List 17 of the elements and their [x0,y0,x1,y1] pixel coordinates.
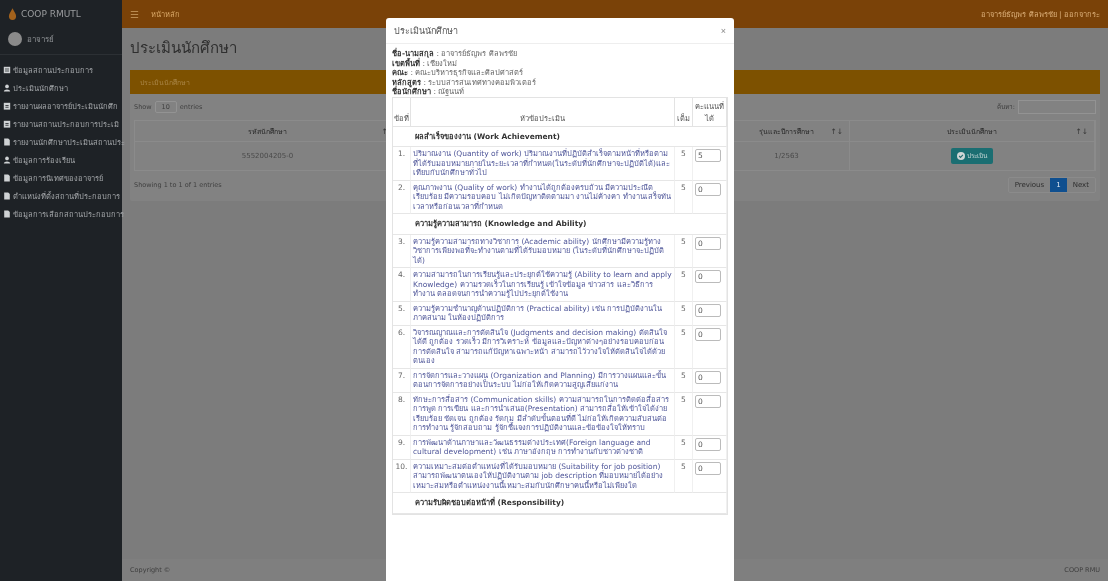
document-icon [3,102,11,110]
file-icon [3,138,11,146]
close-button[interactable]: × [720,25,726,36]
building-icon [3,66,11,74]
brand-name: COOP RMUTL [21,9,81,19]
page-title: ประเมินนักศึกษา [130,38,237,59]
check-circle-icon [957,152,965,160]
user-icon [3,156,11,164]
flame-icon [8,7,17,21]
user-name: อาจารย์ [27,33,54,46]
modal-title: ประเมินนักศึกษา [394,24,458,38]
user-icon [3,84,11,92]
avatar [8,32,22,46]
document-icon [3,120,11,128]
file-icon [3,192,11,200]
file-icon [3,174,11,182]
file-icon [3,210,11,218]
